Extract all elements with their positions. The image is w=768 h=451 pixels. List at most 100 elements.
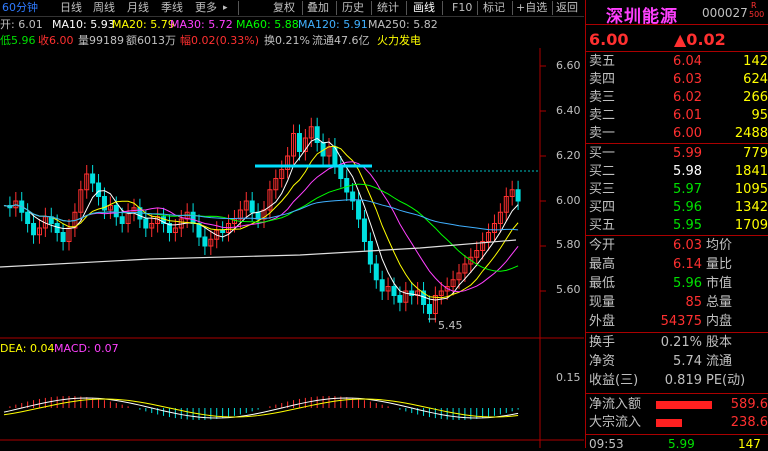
candle-body [196,223,202,238]
ask-level-label: 卖一 [589,126,616,141]
candle-body [515,189,521,202]
stat-label: 收益(三) [589,373,639,388]
macd-histogram [3,396,519,420]
bid-volume: 1095 [734,182,768,197]
candle-body [190,211,196,224]
period-selector[interactable]: 60分钟 [2,0,38,16]
tab-daily[interactable]: 日线 [60,0,82,16]
candle-body [379,279,385,292]
stat-label: 最低 [589,276,616,291]
add-watchlist-button[interactable]: +自选 [516,0,547,16]
candle-body [356,200,362,220]
candle-body [249,200,255,213]
tick-time: 09:53 [589,437,624,451]
ask-row[interactable]: 卖四 6.03 624 [586,71,768,89]
mark-button[interactable]: 标记 [483,0,505,16]
ask-level-label: 卖二 [589,108,616,123]
price-axis [540,65,546,292]
flow-bar [656,419,682,427]
ask-volume: 624 [743,72,768,87]
f10-button[interactable]: F10 [452,0,472,16]
ask-volume: 2488 [734,126,768,141]
tab-monthly[interactable]: 月线 [127,0,149,16]
ma60-value: MA60: 5.88 [236,18,299,31]
ask-price: 6.02 [673,90,702,105]
flow-bar [656,401,712,409]
ask-row[interactable]: 卖一 6.00 2488 [586,125,768,143]
bid-volume: 779 [743,146,768,161]
close-value: 收6.00 [38,34,74,47]
candle-body [367,241,373,265]
ma120-value: MA120: 5.91 [298,18,368,31]
chevron-right-icon[interactable]: ▸ [223,0,228,16]
stat-row: 今开 6.03 均价 [586,237,768,255]
flow-value: 589.6 [730,397,768,412]
stat-value: 5.74 [673,354,702,369]
ask-row[interactable]: 卖二 6.01 95 [586,107,768,125]
bid-price: 5.97 [673,182,702,197]
macd-label: MACD: 0.07 [54,342,119,355]
bid-row[interactable]: 买一 5.99 779 [586,145,768,163]
back-button[interactable]: 返回 [556,0,578,16]
candle-body [202,236,208,247]
bid-row[interactable]: 买四 5.96 1342 [586,199,768,217]
kline-chart[interactable]: 5.45 [0,48,584,448]
sector-tag[interactable]: 火力发电 [377,34,421,48]
stat-row: 最低 5.96 市值 [586,275,768,293]
restore-rights-button[interactable]: 复权 [273,0,295,16]
ma10-value: MA10: 5.93 [52,18,115,31]
stat-label-2: 市值 [706,276,733,291]
ask-row[interactable]: 卖三 6.02 266 [586,89,768,107]
bid-row[interactable]: 买二 5.98 1841 [586,163,768,181]
candle-body [96,182,102,197]
tab-weekly[interactable]: 周线 [93,0,115,16]
stat-value: 5.96 [673,276,702,291]
index-tag: 500 [749,10,765,19]
ask-row[interactable]: 卖五 6.04 142 [586,53,768,71]
flow-value: 238.6 [730,415,768,430]
bid-volume: 1841 [734,164,768,179]
overlay-button[interactable]: 叠加 [307,0,329,16]
bid-price: 5.96 [673,200,702,215]
candle-body [255,211,261,220]
candle-body [31,223,37,236]
tab-quarterly[interactable]: 季线 [161,0,183,16]
candle-body [25,211,31,224]
stat-label-2: 均价 [706,238,733,253]
draw-line-button[interactable]: 画线 [413,0,435,16]
ma250-value: MA250: 5.82 [368,18,438,31]
float-value: 流通47.6亿 [312,34,370,47]
flow-label: 净流入额 [589,397,642,412]
tick-label: 6.20 [556,149,581,162]
bid-row[interactable]: 买三 5.97 1095 [586,181,768,199]
stat-label: 净资 [589,354,616,369]
stat-label: 现量 [589,295,616,310]
tick-volume: 147 [738,437,761,451]
stat-label: 最高 [589,257,616,272]
candle-body [90,173,96,184]
ask-volume: 266 [743,90,768,105]
price-change: ▲0.02 [674,30,726,49]
candle-body [426,304,432,314]
bid-level-label: 买一 [589,146,616,161]
bid-price: 5.98 [673,164,702,179]
candle-body [373,263,379,281]
stat-label-2: PE(动) [706,373,746,388]
tab-more[interactable]: 更多 [195,0,217,16]
stat-label-2: 内盘 [706,314,733,329]
candlesticks [7,117,521,323]
bid-row[interactable]: 买五 5.95 1709 [586,217,768,235]
ma20-value: MA20: 5.79 [112,18,175,31]
ask-price: 6.03 [673,72,702,87]
candle-body [344,178,350,193]
tick-price: 5.99 [668,437,695,451]
history-button[interactable]: 历史 [342,0,364,16]
bid-volume: 1342 [734,200,768,215]
quote-panel: 深圳能源 000027 R 500 6.00 ▲0.02 卖五 6.04 142… [585,0,768,451]
stat-label: 换手 [589,335,616,350]
stat-label: 今开 [589,238,616,253]
ma250-line [0,239,517,268]
margin-tag: R [751,1,757,10]
bid-price: 5.95 [673,218,702,233]
statistics-button[interactable]: 统计 [377,0,399,16]
